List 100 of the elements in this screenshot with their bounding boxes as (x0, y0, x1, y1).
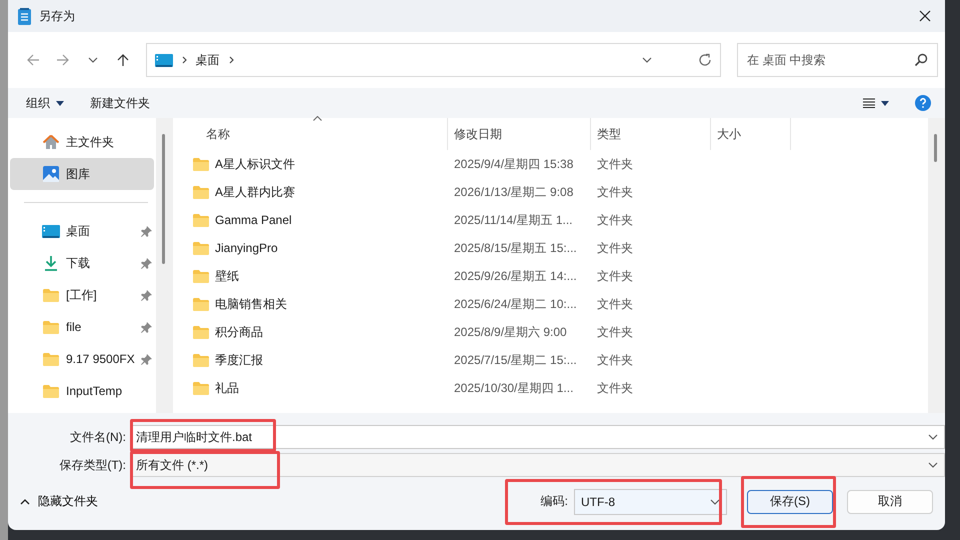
folder-icon (43, 352, 59, 366)
file-type: 文件夹 (597, 352, 633, 366)
breadcrumb-item[interactable]: 桌面 (196, 52, 220, 68)
file-name: A星人标识文件 (215, 156, 296, 172)
file-type-dropdown[interactable]: 所有文件 (*.*) (130, 453, 945, 477)
folder-icon (193, 158, 209, 170)
file-row[interactable]: A星人标识文件 2025/9/4/星期四 15:38 文件夹 (173, 150, 928, 178)
breadcrumb-chevron-icon (182, 56, 187, 64)
file-row[interactable]: Gamma Panel 2025/11/14/星期五 1... 文件夹 (173, 206, 928, 234)
file-name: 礼品 (215, 380, 239, 396)
file-name: A星人群内比赛 (215, 184, 296, 200)
file-type: 文件夹 (597, 240, 633, 254)
file-name: JianyingPro (215, 241, 278, 255)
sidebar-item[interactable]: 下载 (10, 247, 154, 279)
search-field[interactable]: 在 桌面 中搜索 (736, 43, 938, 77)
scrollbar-thumb[interactable] (162, 134, 165, 264)
organize-menu[interactable]: 组织 (20, 90, 70, 116)
column-header[interactable]: 名称 (206, 127, 230, 141)
folder-icon (193, 354, 209, 366)
new-folder-button[interactable]: 新建文件夹 (84, 90, 156, 116)
hide-folders-toggle[interactable]: 隐藏文件夹 (16, 489, 102, 514)
window-title: 另存为 (39, 8, 76, 24)
sidebar-item[interactable]: InputTemp (10, 375, 154, 407)
close-icon (919, 10, 931, 22)
encoding-dropdown[interactable]: UTF-8 (574, 488, 727, 514)
up-arrow-icon (116, 53, 130, 67)
chevron-down-icon (88, 57, 98, 63)
folder-icon (43, 288, 59, 302)
sidebar-item[interactable]: 主文件夹 (10, 126, 154, 158)
file-name: 积分商品 (215, 324, 263, 340)
file-type: 文件夹 (597, 156, 633, 170)
folder-icon (193, 270, 209, 282)
modified-date: 2025/8/9/星期六 9:00 (454, 324, 567, 338)
desktop-icon (154, 54, 173, 66)
folder-icon (193, 298, 209, 310)
chevron-down-icon (928, 462, 938, 468)
file-row[interactable]: A星人群内比赛 2026/1/13/星期二 9:08 文件夹 (173, 178, 928, 206)
folder-icon (43, 384, 59, 398)
file-row[interactable]: JianyingPro 2025/8/15/星期五 15:... 文件夹 (173, 234, 928, 262)
address-bar[interactable]: 桌面 (146, 43, 721, 77)
file-row[interactable]: 季度汇报 2025/7/15/星期二 15:... 文件夹 (173, 346, 928, 374)
modified-date: 2025/10/30/星期四 1... (454, 380, 574, 394)
file-type: 文件夹 (597, 324, 633, 338)
home-icon (43, 134, 59, 150)
folder-icon (43, 320, 59, 334)
list-view-icon (863, 98, 875, 108)
search-icon[interactable] (914, 53, 928, 67)
folder-icon (193, 186, 209, 198)
folder-icon (193, 382, 209, 394)
file-type: 文件夹 (597, 380, 633, 394)
cancel-button[interactable]: 取消 (847, 490, 933, 514)
filename-field[interactable]: 清理用户临时文件.bat (130, 425, 945, 449)
chevron-down-icon (710, 498, 720, 504)
chevron-down-icon (642, 57, 652, 63)
file-row[interactable]: 壁纸 2025/9/26/星期五 14:... 文件夹 (173, 262, 928, 290)
file-type: 文件夹 (597, 268, 633, 282)
column-header[interactable]: 修改日期 (454, 127, 502, 141)
file-name: 电脑销售相关 (215, 296, 287, 312)
scrollbar-thumb[interactable] (934, 134, 937, 162)
desktop-icon (42, 224, 60, 238)
file-row[interactable]: 礼品 2025/10/30/星期四 1... 文件夹 (173, 374, 928, 402)
file-row[interactable]: 电脑销售相关 2025/6/24/星期二 10:... 文件夹 (173, 290, 928, 318)
modified-date: 2026/1/13/星期二 9:08 (454, 184, 574, 198)
sidebar-item[interactable]: 9.17 9500FX (10, 343, 154, 375)
caret-icon (56, 100, 64, 106)
folder-icon (193, 326, 209, 338)
folder-icon (193, 214, 209, 226)
modified-date: 2025/9/4/星期四 15:38 (454, 156, 574, 170)
file-row[interactable]: 积分商品 2025/8/9/星期六 9:00 文件夹 (173, 318, 928, 346)
filetype-label: 保存类型(T): (58, 456, 127, 474)
file-name: Gamma Panel (215, 213, 292, 227)
refresh-icon[interactable] (698, 53, 712, 67)
gallery-icon (43, 166, 59, 182)
back-icon (26, 53, 40, 67)
help-icon (915, 95, 931, 111)
modified-date: 2025/8/15/星期五 15:... (454, 240, 577, 254)
column-header[interactable]: 类型 (597, 127, 621, 141)
caret-icon (881, 100, 889, 106)
sidebar-item[interactable]: file (10, 311, 154, 343)
file-type: 文件夹 (597, 184, 633, 198)
file-name: 壁纸 (215, 268, 239, 284)
filename-label: 文件名(N): (69, 428, 127, 446)
chevron-down-icon (928, 434, 938, 440)
sidebar-item[interactable]: 图库 (10, 158, 154, 190)
notepad-icon (18, 8, 31, 24)
sort-ascending-icon (313, 116, 322, 121)
modified-date: 2025/9/26/星期五 14:... (454, 268, 577, 282)
forward-icon (56, 53, 70, 67)
save-button[interactable]: 保存(S) (747, 490, 833, 514)
sidebar-item[interactable]: [工作] (10, 279, 154, 311)
modified-date: 2025/6/24/星期二 10:... (454, 296, 577, 310)
folder-icon (193, 242, 209, 254)
modified-date: 2025/7/15/星期二 15:... (454, 352, 577, 366)
sidebar-item[interactable]: 桌面 (10, 215, 154, 247)
file-type: 文件夹 (597, 212, 633, 226)
download-icon (44, 255, 58, 271)
file-type: 文件夹 (597, 296, 633, 310)
encoding-label: 编码: (540, 493, 568, 510)
file-name: 季度汇报 (215, 352, 263, 368)
column-header[interactable]: 大小 (717, 127, 741, 141)
